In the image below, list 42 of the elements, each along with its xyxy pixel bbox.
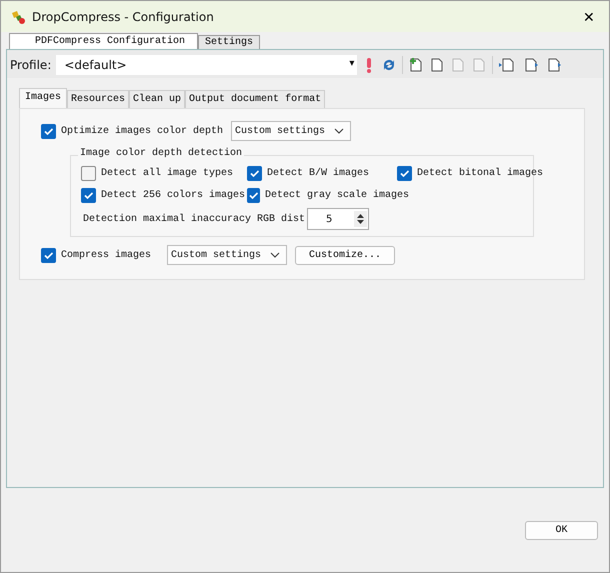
checkbox[interactable] — [41, 248, 56, 262]
checkbox[interactable] — [397, 166, 412, 181]
checkbox-label: Detect B/W images — [267, 168, 370, 179]
checkbox[interactable] — [81, 166, 96, 181]
customize-button[interactable]: Customize... — [295, 246, 395, 264]
import-document-icon[interactable] — [498, 57, 516, 73]
checkmark-icon — [248, 190, 259, 201]
close-button[interactable]: ✕ — [573, 8, 605, 24]
checkbox-label: Detect gray scale images — [265, 190, 410, 201]
tab[interactable]: Clean up — [129, 90, 186, 108]
chevron-down-icon — [270, 252, 280, 258]
chevron-down-icon — [334, 128, 344, 134]
app-icon — [10, 8, 26, 24]
checkmark-icon — [43, 126, 54, 136]
checkmark-icon — [43, 250, 54, 260]
tab[interactable]: Resources — [67, 90, 130, 108]
group-title: Image color depth detection — [78, 148, 244, 159]
tab[interactable]: Output document format — [185, 90, 326, 108]
checkmark-icon — [249, 168, 260, 179]
settings-dropdown[interactable]: Custom settings — [167, 245, 287, 265]
checkbox[interactable] — [41, 124, 56, 138]
inaccuracy-label: Detection maximal inaccuracy RGB dist — [83, 214, 306, 224]
inaccuracy-spinner[interactable]: 5 — [307, 208, 370, 230]
ok-button[interactable]: OK — [525, 520, 598, 540]
checkbox-label: Optimize images color depth — [61, 126, 224, 136]
tab[interactable]: Images — [19, 88, 68, 108]
checkbox[interactable] — [247, 166, 262, 181]
checkbox[interactable] — [81, 188, 96, 203]
checkbox-label: Detect all image types — [101, 168, 234, 179]
profile-dropdown[interactable]: <default> ▾ — [56, 55, 358, 75]
checkbox-label: Compress images — [61, 250, 152, 260]
settings-dropdown[interactable]: Custom settings — [231, 121, 351, 141]
checkmark-icon — [399, 168, 410, 179]
tab[interactable]: Settings — [198, 35, 260, 49]
checkbox-label: Detect 256 colors images — [101, 190, 246, 201]
checkbox[interactable] — [247, 188, 260, 203]
profile-label: Profile: — [10, 58, 52, 72]
checkbox-label: Detect bitonal images — [417, 168, 544, 179]
new-document-icon[interactable] — [408, 57, 424, 73]
checkmark-icon — [83, 190, 94, 201]
window-title: DropCompress - Configuration — [32, 10, 215, 24]
tab[interactable]: PDFCompress Configuration — [9, 33, 198, 49]
